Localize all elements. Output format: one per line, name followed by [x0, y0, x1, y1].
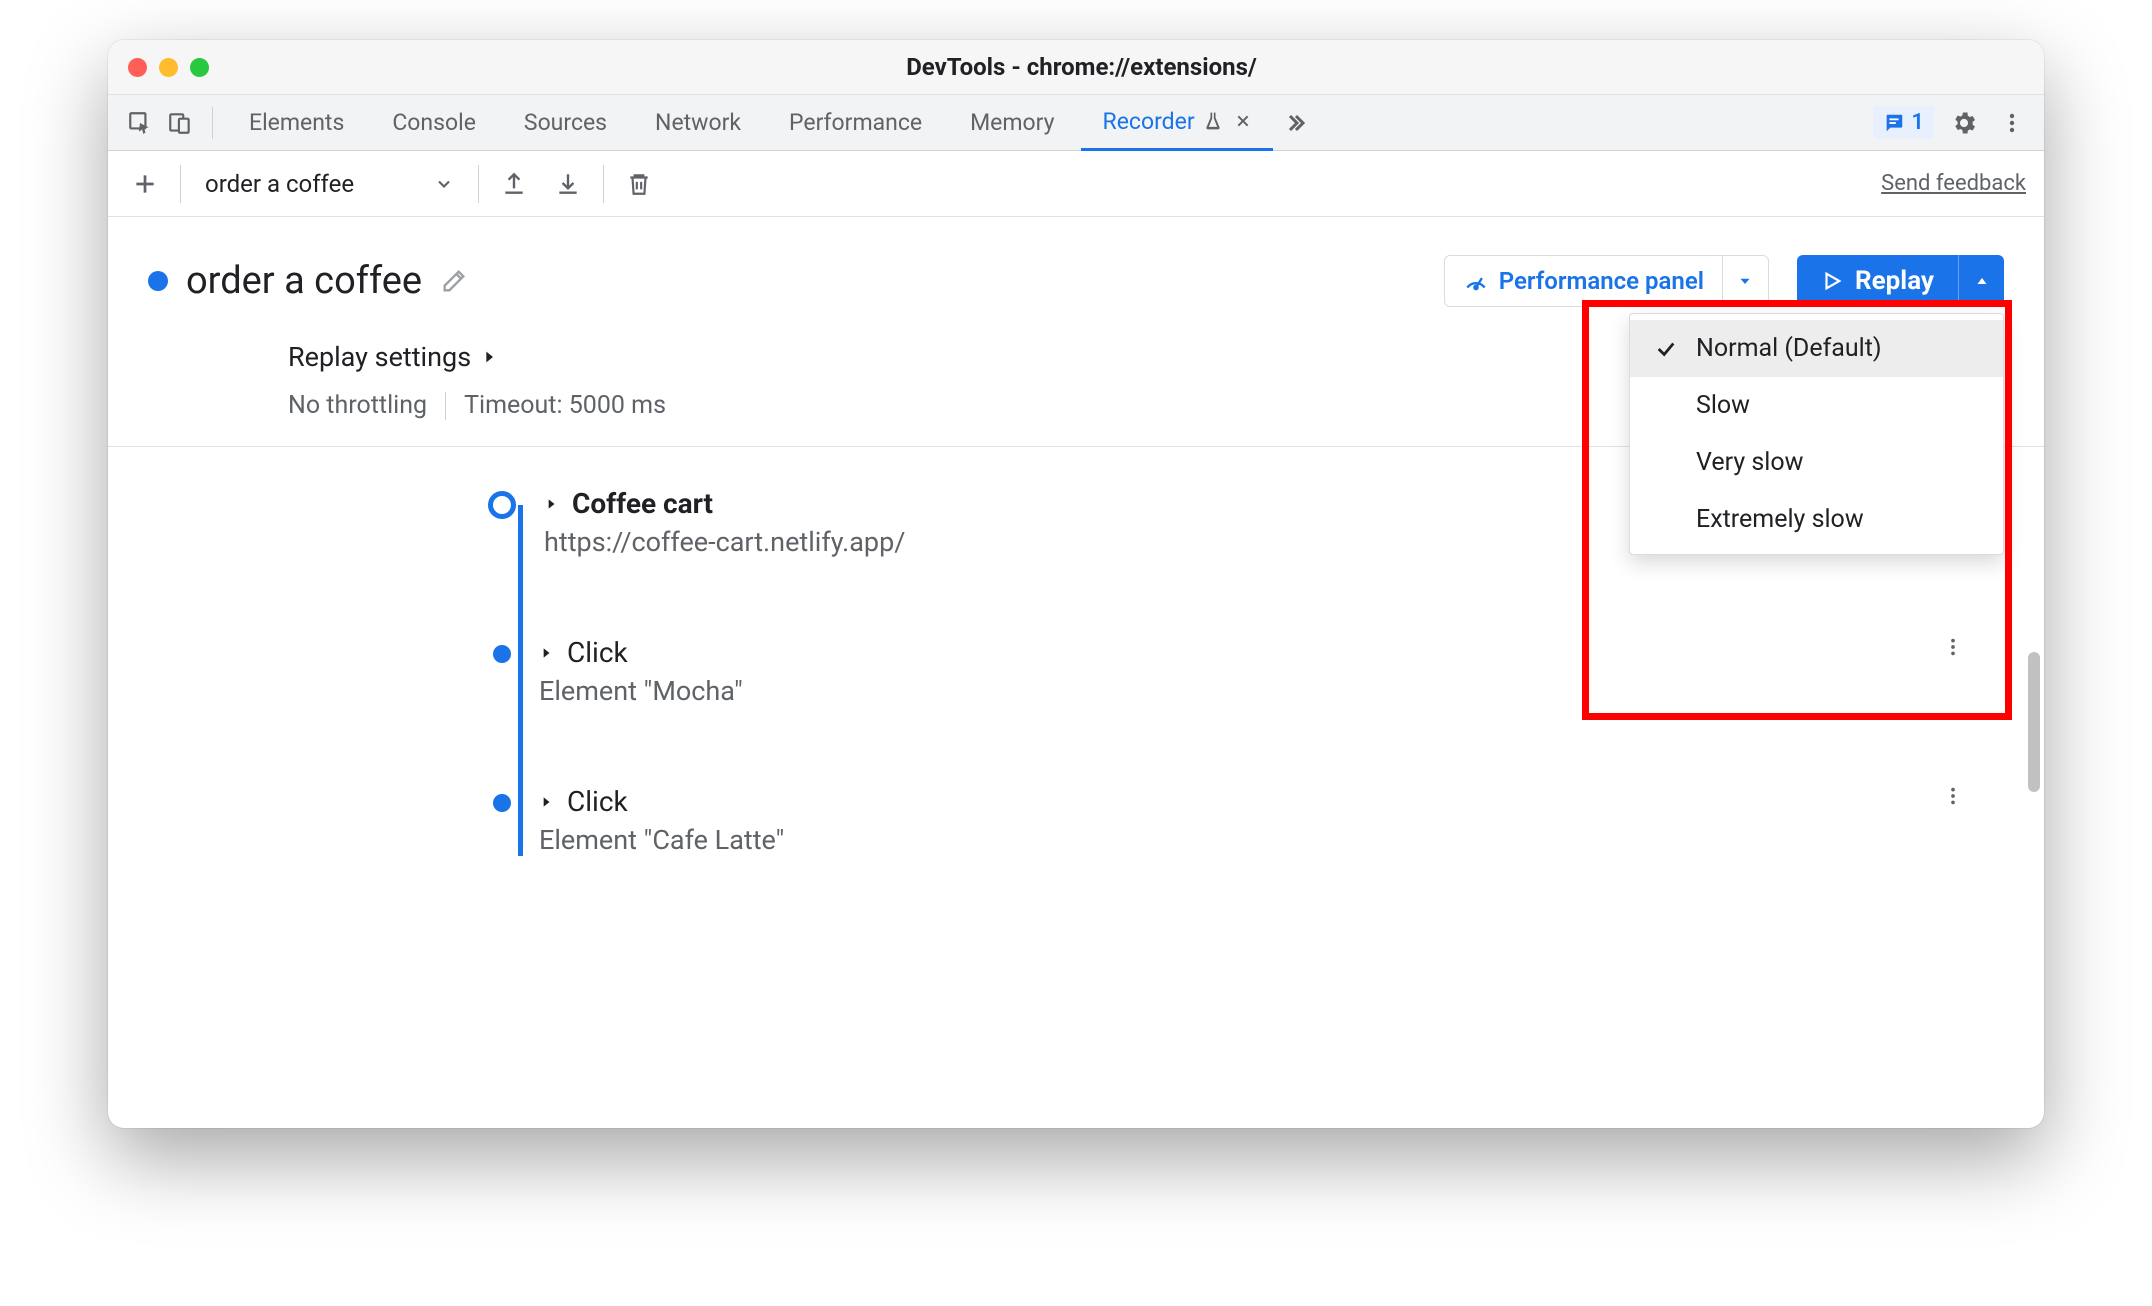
tab-console[interactable]: Console	[370, 95, 498, 151]
recording-select-value: order a coffee	[205, 170, 354, 198]
replay-speed-slow[interactable]: Slow	[1630, 377, 2003, 434]
chevron-right-icon[interactable]	[539, 646, 553, 660]
step-kebab-icon[interactable]	[1932, 785, 1974, 807]
replay-speed-very-slow[interactable]: Very slow	[1630, 434, 2003, 491]
replay-button[interactable]: Replay	[1797, 255, 1958, 307]
chat-icon	[1883, 112, 1905, 134]
tab-performance[interactable]: Performance	[767, 95, 944, 151]
devtools-tabbar: Elements Console Sources Network Perform…	[108, 95, 2044, 151]
performance-panel-caret[interactable]	[1722, 256, 1768, 306]
tab-elements[interactable]: Elements	[227, 95, 366, 151]
step-title: Click	[567, 636, 628, 669]
check-icon	[1654, 338, 1678, 360]
replay-speed-extremely-slow-label: Extremely slow	[1696, 505, 1864, 534]
replay-speed-menu: Normal (Default) Slow Very slow Extremel…	[1629, 313, 2004, 555]
tab-recorder-label: Recorder	[1103, 108, 1195, 135]
flask-icon	[1203, 111, 1223, 131]
recorder-toolbar: order a coffee Send feedback	[108, 151, 2044, 217]
maximize-window-button[interactable]	[190, 58, 209, 77]
titlebar: DevTools - chrome://extensions/	[108, 40, 2044, 95]
recording-title: order a coffee	[186, 259, 422, 303]
inspect-element-icon[interactable]	[122, 105, 158, 141]
timeout-value: Timeout: 5000 ms	[464, 391, 666, 420]
close-tab-icon[interactable]	[1235, 113, 1251, 129]
more-tabs-icon[interactable]	[1277, 105, 1313, 141]
step-title: Click	[567, 785, 628, 818]
vertical-scrollbar[interactable]	[2028, 652, 2040, 792]
replay-speed-slow-label: Slow	[1696, 391, 1750, 420]
kebab-menu-icon[interactable]	[1994, 105, 2030, 141]
play-icon	[1821, 270, 1843, 292]
recording-dot-icon	[148, 271, 168, 291]
export-icon[interactable]	[495, 165, 533, 203]
step-title: Coffee cart	[572, 487, 713, 520]
delete-icon[interactable]	[620, 165, 658, 203]
step-subtitle: Element "Cafe Latte"	[539, 824, 1904, 856]
device-toggle-icon[interactable]	[162, 105, 198, 141]
replay-settings-label: Replay settings	[288, 341, 471, 373]
import-icon[interactable]	[549, 165, 587, 203]
replay-speed-normal[interactable]: Normal (Default)	[1630, 320, 2003, 377]
issues-count: 1	[1911, 110, 1924, 135]
window-title: DevTools - chrome://extensions/	[209, 53, 1954, 81]
window-controls	[128, 58, 209, 77]
step-marker-icon	[493, 794, 511, 812]
step-marker-icon	[493, 645, 511, 663]
chevron-right-icon	[481, 349, 497, 365]
performance-panel-label: Performance panel	[1499, 267, 1704, 295]
performance-panel-button[interactable]: Performance panel	[1445, 256, 1722, 306]
settings-gear-icon[interactable]	[1946, 105, 1982, 141]
new-recording-icon[interactable]	[126, 165, 164, 203]
replay-caret[interactable]	[1958, 255, 2004, 307]
step-row[interactable]: Click Element "Cafe Latte"	[488, 785, 2004, 856]
edit-title-icon[interactable]	[440, 267, 468, 295]
replay-label: Replay	[1855, 266, 1934, 296]
minimize-window-button[interactable]	[159, 58, 178, 77]
step-start-marker-icon	[488, 491, 516, 519]
replay-split-button: Replay	[1797, 255, 2004, 307]
issues-button[interactable]: 1	[1873, 106, 1934, 139]
chevron-down-icon	[434, 174, 454, 194]
send-feedback-link[interactable]: Send feedback	[1881, 171, 2026, 196]
step-row[interactable]: Click Element "Mocha"	[488, 636, 2004, 707]
recording-header: order a coffee Performance panel	[108, 217, 2044, 335]
close-window-button[interactable]	[128, 58, 147, 77]
tab-network[interactable]: Network	[633, 95, 763, 151]
chevron-right-icon[interactable]	[544, 497, 558, 511]
replay-speed-normal-label: Normal (Default)	[1696, 334, 1882, 363]
throttling-value: No throttling	[288, 391, 427, 420]
tab-recorder[interactable]: Recorder	[1081, 95, 1273, 151]
recording-select[interactable]: order a coffee	[197, 170, 462, 198]
performance-panel-split-button: Performance panel	[1444, 255, 1769, 307]
step-kebab-icon[interactable]	[1932, 636, 1974, 658]
gauge-icon	[1463, 268, 1489, 294]
replay-speed-very-slow-label: Very slow	[1696, 448, 1803, 477]
tab-sources[interactable]: Sources	[502, 95, 629, 151]
chevron-right-icon[interactable]	[539, 795, 553, 809]
replay-speed-extremely-slow[interactable]: Extremely slow	[1630, 491, 2003, 548]
tab-memory[interactable]: Memory	[948, 95, 1076, 151]
step-subtitle: Element "Mocha"	[539, 675, 1904, 707]
